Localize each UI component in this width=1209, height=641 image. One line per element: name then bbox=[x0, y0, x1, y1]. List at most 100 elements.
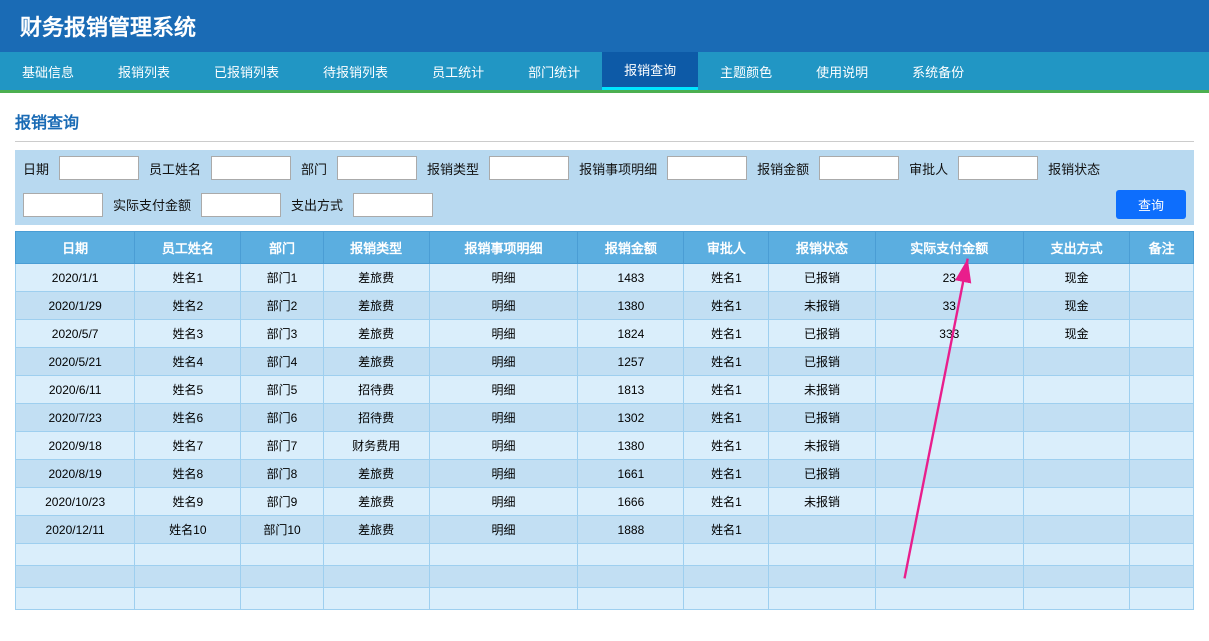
nav-item-5[interactable]: 部门统计 bbox=[506, 52, 602, 90]
table-cell bbox=[769, 516, 875, 544]
filter-detail-label: 报销事项明细 bbox=[579, 159, 657, 178]
table-body: 2020/1/1姓名1部门1差旅费明细1483姓名1已报销23现金2020/1/… bbox=[16, 264, 1194, 610]
query-button[interactable]: 查询 bbox=[1116, 190, 1186, 219]
table-cell: 部门8 bbox=[241, 460, 323, 488]
table-cell: 明细 bbox=[429, 264, 578, 292]
th-note: 备注 bbox=[1130, 232, 1194, 264]
table-cell: 2020/10/23 bbox=[16, 488, 135, 516]
table-cell: 2020/12/11 bbox=[16, 516, 135, 544]
table-cell-empty bbox=[429, 588, 578, 610]
nav-item-3[interactable]: 待报销列表 bbox=[301, 52, 410, 90]
filter-pay-input[interactable] bbox=[353, 193, 433, 217]
filter-amount-input[interactable] bbox=[819, 156, 899, 180]
table-cell-empty bbox=[135, 588, 241, 610]
table-cell: 姓名1 bbox=[684, 432, 769, 460]
table-cell: 姓名10 bbox=[135, 516, 241, 544]
nav-item-7[interactable]: 主题颜色 bbox=[698, 52, 794, 90]
table-cell-empty bbox=[135, 566, 241, 588]
filter-approver-input[interactable] bbox=[958, 156, 1038, 180]
table-cell: 明细 bbox=[429, 320, 578, 348]
table-row-empty bbox=[16, 566, 1194, 588]
table-cell-empty bbox=[429, 544, 578, 566]
nav-item-9[interactable]: 系统备份 bbox=[890, 52, 986, 90]
nav-item-4[interactable]: 员工统计 bbox=[410, 52, 506, 90]
table-cell bbox=[1130, 432, 1194, 460]
table-cell: 已报销 bbox=[769, 404, 875, 432]
table-cell: 部门6 bbox=[241, 404, 323, 432]
table-cell bbox=[1130, 320, 1194, 348]
page-content: 报销查询 日期 员工姓名 部门 报销类型 报销事项明细 报销金额 审批人 报销状… bbox=[0, 93, 1209, 620]
table-cell: 2020/6/11 bbox=[16, 376, 135, 404]
table-cell-empty bbox=[16, 566, 135, 588]
table-cell: 姓名1 bbox=[135, 264, 241, 292]
table-cell-empty bbox=[1130, 544, 1194, 566]
nav-item-0[interactable]: 基础信息 bbox=[0, 52, 96, 90]
table-cell: 姓名1 bbox=[684, 488, 769, 516]
table-cell: 1824 bbox=[578, 320, 684, 348]
th-detail: 报销事项明细 bbox=[429, 232, 578, 264]
nav-item-6[interactable]: 报销查询 bbox=[602, 52, 698, 90]
table-cell: 2020/5/7 bbox=[16, 320, 135, 348]
filter-name-label: 员工姓名 bbox=[149, 159, 201, 178]
table-cell: 姓名1 bbox=[684, 348, 769, 376]
filter-status-input[interactable] bbox=[23, 193, 103, 217]
th-dept: 部门 bbox=[241, 232, 323, 264]
nav-item-1[interactable]: 报销列表 bbox=[96, 52, 192, 90]
filter-date-input[interactable] bbox=[59, 156, 139, 180]
table-cell: 招待费 bbox=[323, 376, 429, 404]
table-cell-empty bbox=[578, 544, 684, 566]
table-cell: 部门5 bbox=[241, 376, 323, 404]
nav-bar: 基础信息 报销列表 已报销列表 待报销列表 员工统计 部门统计 报销查询 主题颜… bbox=[0, 52, 1209, 90]
app-header: 财务报销管理系统 bbox=[0, 0, 1209, 52]
table-cell bbox=[1130, 488, 1194, 516]
filter-type-input[interactable] bbox=[489, 156, 569, 180]
filter-actual-label: 实际支付金额 bbox=[113, 195, 191, 214]
table-cell-empty bbox=[241, 566, 323, 588]
filter-approver-label: 审批人 bbox=[909, 159, 948, 178]
table-cell bbox=[1130, 404, 1194, 432]
app-title: 财务报销管理系统 bbox=[20, 15, 196, 40]
table-cell: 部门10 bbox=[241, 516, 323, 544]
table-cell-empty bbox=[1130, 588, 1194, 610]
table-cell: 1380 bbox=[578, 432, 684, 460]
table-cell bbox=[875, 348, 1024, 376]
table-cell: 2020/5/21 bbox=[16, 348, 135, 376]
filter-actual-input[interactable] bbox=[201, 193, 281, 217]
table-cell: 明细 bbox=[429, 460, 578, 488]
nav-item-2[interactable]: 已报销列表 bbox=[192, 52, 301, 90]
table-cell-empty bbox=[578, 588, 684, 610]
filter-dept-input[interactable] bbox=[337, 156, 417, 180]
table-cell bbox=[1024, 348, 1130, 376]
filter-name-input[interactable] bbox=[211, 156, 291, 180]
th-date: 日期 bbox=[16, 232, 135, 264]
filter-date-label: 日期 bbox=[23, 159, 49, 178]
table-cell-empty bbox=[578, 566, 684, 588]
table-cell: 差旅费 bbox=[323, 516, 429, 544]
table-cell: 现金 bbox=[1024, 320, 1130, 348]
table-row: 2020/8/19姓名8部门8差旅费明细1661姓名1已报销 bbox=[16, 460, 1194, 488]
table-cell bbox=[1024, 376, 1130, 404]
table-row: 2020/10/23姓名9部门9差旅费明细1666姓名1未报销 bbox=[16, 488, 1194, 516]
table-cell: 2020/8/19 bbox=[16, 460, 135, 488]
table-row: 2020/9/18姓名7部门7财务费用明细1380姓名1未报销 bbox=[16, 432, 1194, 460]
table-cell-empty bbox=[769, 566, 875, 588]
table-cell: 现金 bbox=[1024, 292, 1130, 320]
filter-status-label: 报销状态 bbox=[1048, 159, 1100, 178]
table-row-empty bbox=[16, 544, 1194, 566]
th-amount: 报销金额 bbox=[578, 232, 684, 264]
table-cell-empty bbox=[241, 544, 323, 566]
table-cell: 1661 bbox=[578, 460, 684, 488]
table-cell bbox=[875, 460, 1024, 488]
table-cell: 2020/1/29 bbox=[16, 292, 135, 320]
table-cell-empty bbox=[135, 544, 241, 566]
table-cell: 333 bbox=[875, 320, 1024, 348]
filter-type-label: 报销类型 bbox=[427, 159, 479, 178]
table-cell: 姓名1 bbox=[684, 320, 769, 348]
table-row: 2020/6/11姓名5部门5招待费明细1813姓名1未报销 bbox=[16, 376, 1194, 404]
table-cell-empty bbox=[323, 566, 429, 588]
table-cell: 差旅费 bbox=[323, 488, 429, 516]
nav-item-8[interactable]: 使用说明 bbox=[794, 52, 890, 90]
table-cell: 姓名5 bbox=[135, 376, 241, 404]
table-cell bbox=[1130, 264, 1194, 292]
filter-detail-input[interactable] bbox=[667, 156, 747, 180]
